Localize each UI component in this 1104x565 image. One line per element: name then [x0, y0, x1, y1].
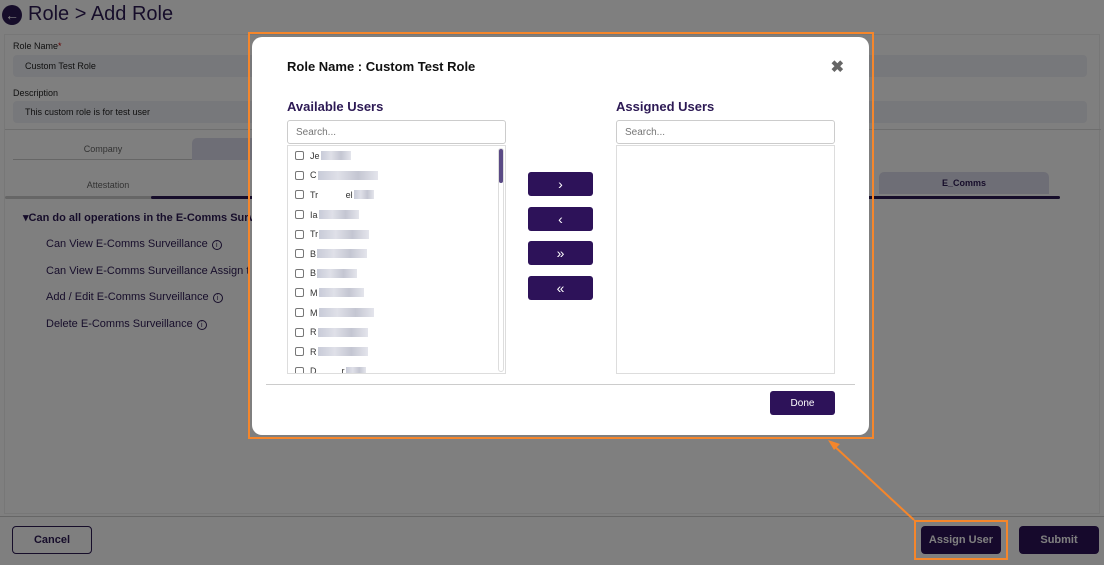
annotation-arrow	[828, 440, 915, 521]
